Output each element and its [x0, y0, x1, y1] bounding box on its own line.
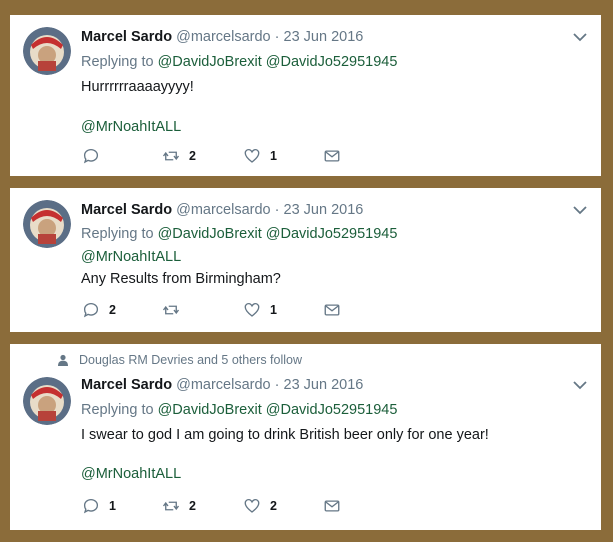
reply-button[interactable]: 2: [82, 301, 116, 319]
message-icon: [324, 150, 340, 162]
separator: ·: [274, 202, 280, 218]
direct-message-button[interactable]: [323, 497, 341, 515]
author-handle[interactable]: @marcelsardo: [176, 202, 271, 218]
social-context-text: Douglas RM Devries and 5 others follow: [79, 353, 303, 367]
replying-to: Replying to @DavidJoBrexit @DavidJo52951…: [81, 54, 397, 70]
chevron-down-icon[interactable]: [573, 32, 587, 42]
author-handle[interactable]: @marcelsardo: [176, 377, 271, 393]
reply-icon: [83, 498, 99, 514]
reply-mention-1[interactable]: @DavidJoBrexit: [158, 402, 262, 418]
reply-mention-2[interactable]: @DavidJo52951945: [266, 54, 398, 70]
like-count: 1: [270, 303, 277, 317]
reply-button[interactable]: [82, 147, 109, 165]
replying-prefix: Replying to: [81, 226, 154, 242]
author-name[interactable]: Marcel Sardo: [81, 29, 172, 45]
retweet-button[interactable]: [162, 301, 189, 319]
avatar[interactable]: [23, 27, 71, 75]
tweet-date[interactable]: 23 Jun 2016: [284, 29, 364, 45]
direct-message-button[interactable]: [323, 147, 341, 165]
message-icon: [324, 500, 340, 512]
like-count: 2: [270, 499, 277, 513]
like-icon: [244, 498, 260, 513]
tweet-text: Any Results from Birmingham?: [81, 271, 281, 287]
retweet-button[interactable]: 2: [162, 147, 196, 165]
retweet-icon: [162, 501, 180, 511]
reply-mention-1[interactable]: @DavidJoBrexit: [158, 226, 262, 242]
tweet-text: Hurrrrrraaaayyyy!: [81, 79, 194, 95]
person-icon: [58, 354, 68, 366]
separator: ·: [274, 29, 280, 45]
reply-mention-2[interactable]: @DavidJo52951945: [266, 226, 398, 242]
tweet-mention[interactable]: @MrNoahItALL: [81, 466, 181, 482]
avatar[interactable]: [23, 377, 71, 425]
replying-to: Replying to @DavidJoBrexit @DavidJo52951…: [81, 226, 397, 242]
tweet-card-3[interactable]: Douglas RM Devries and 5 others follow M…: [10, 344, 601, 530]
retweet-count: 2: [189, 149, 196, 163]
reply-count: 1: [109, 499, 116, 513]
tweet-card-1[interactable]: Marcel Sardo @marcelsardo · 23 Jun 2016 …: [10, 15, 601, 176]
separator: ·: [274, 377, 280, 393]
reply-mention-2[interactable]: @DavidJo52951945: [266, 402, 398, 418]
social-context[interactable]: Douglas RM Devries and 5 others follow: [57, 353, 302, 367]
tweet-card-2[interactable]: Marcel Sardo @marcelsardo · 23 Jun 2016 …: [10, 188, 601, 332]
tweet-text: I swear to god I am going to drink Briti…: [81, 427, 489, 443]
replying-prefix: Replying to: [81, 54, 154, 70]
like-button[interactable]: 1: [243, 301, 277, 319]
retweet-icon: [162, 305, 180, 315]
message-icon: [324, 304, 340, 316]
reply-count: 2: [109, 303, 116, 317]
tweet-mention[interactable]: @MrNoahItALL: [81, 119, 181, 135]
direct-message-button[interactable]: [323, 301, 341, 319]
replying-to: Replying to @DavidJoBrexit @DavidJo52951…: [81, 402, 397, 418]
retweet-icon: [162, 151, 180, 161]
reply-button[interactable]: 1: [82, 497, 116, 515]
chevron-down-icon[interactable]: [573, 205, 587, 215]
tweet-mention[interactable]: @MrNoahItALL: [81, 249, 181, 265]
like-count: 1: [270, 149, 277, 163]
like-icon: [244, 302, 260, 317]
author-handle[interactable]: @marcelsardo: [176, 29, 271, 45]
replying-prefix: Replying to: [81, 402, 154, 418]
like-icon: [244, 148, 260, 163]
reply-icon: [83, 302, 99, 318]
tweet-date[interactable]: 23 Jun 2016: [284, 377, 364, 393]
reply-icon: [83, 148, 99, 164]
like-button[interactable]: 2: [243, 497, 277, 515]
reply-mention-1[interactable]: @DavidJoBrexit: [158, 54, 262, 70]
like-button[interactable]: 1: [243, 147, 277, 165]
retweet-count: 2: [189, 499, 196, 513]
avatar[interactable]: [23, 200, 71, 248]
retweet-button[interactable]: 2: [162, 497, 196, 515]
chevron-down-icon[interactable]: [573, 380, 587, 390]
author-name[interactable]: Marcel Sardo: [81, 202, 172, 218]
author-name[interactable]: Marcel Sardo: [81, 377, 172, 393]
tweet-date[interactable]: 23 Jun 2016: [284, 202, 364, 218]
